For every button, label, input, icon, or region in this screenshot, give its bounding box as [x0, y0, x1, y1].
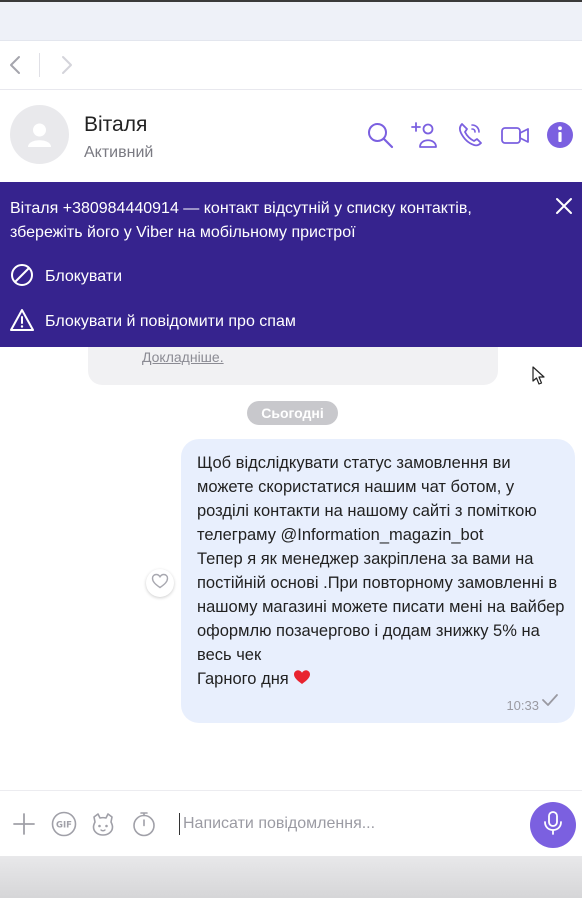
- window-bottom-strip: [0, 856, 582, 898]
- message-text: Щоб відслідкувати статус замовлення ви м…: [197, 454, 565, 688]
- block-and-report-spam-button[interactable]: Блокувати й повідомити про спам: [10, 308, 296, 337]
- mouse-cursor-icon: [532, 366, 546, 391]
- date-separator: Сьогодні: [247, 401, 338, 425]
- svg-text:GIF: GIF: [56, 821, 72, 831]
- timer-icon[interactable]: [131, 811, 157, 837]
- text-caret: [179, 813, 180, 835]
- contact-name[interactable]: Віталя: [84, 113, 147, 137]
- mic-icon: [542, 810, 564, 841]
- like-icon: [151, 572, 169, 595]
- block-spam-label: Блокувати й повідомити про спам: [45, 313, 296, 330]
- contact-status: Активний: [84, 144, 154, 161]
- message-composer: GIF: [0, 790, 582, 856]
- phone-icon[interactable]: [455, 120, 485, 150]
- block-label: Блокувати: [45, 268, 123, 285]
- info-icon[interactable]: [545, 120, 575, 150]
- nav-divider: [39, 53, 40, 77]
- search-icon[interactable]: [365, 120, 395, 150]
- check-icon: [541, 693, 559, 712]
- block-button[interactable]: Блокувати: [10, 263, 123, 292]
- message-time: 10:33: [506, 698, 539, 713]
- heart-emoji-icon: [293, 670, 311, 688]
- voice-message-button[interactable]: [530, 802, 576, 848]
- message-input[interactable]: [183, 811, 513, 837]
- message-bubble[interactable]: Щоб відслідкувати статус замовлення ви м…: [181, 439, 575, 723]
- close-icon[interactable]: [554, 196, 574, 221]
- user-silhouette-icon: [28, 123, 51, 147]
- navigation-bar: [0, 41, 582, 90]
- back-arrow-icon[interactable]: [4, 53, 28, 77]
- like-button[interactable]: [146, 569, 174, 597]
- avatar[interactable]: [10, 105, 69, 164]
- chat-header: Віталя Активний: [0, 90, 582, 182]
- warning-icon: [10, 308, 45, 337]
- unknown-contact-banner: Віталя +380984440914 — контакт відсутній…: [0, 182, 582, 347]
- forward-arrow-icon[interactable]: [54, 53, 78, 77]
- video-icon[interactable]: [500, 120, 530, 150]
- window-top-strip: [0, 0, 582, 41]
- banner-message: Віталя +380984440914 — контакт відсутній…: [10, 200, 472, 241]
- block-icon: [10, 263, 45, 292]
- plus-icon[interactable]: [11, 811, 37, 837]
- add-contact-icon[interactable]: [410, 120, 440, 150]
- more-info-link[interactable]: Докладніше.: [142, 349, 224, 365]
- gif-icon[interactable]: GIF: [51, 811, 77, 837]
- sticker-icon[interactable]: [90, 811, 116, 837]
- chat-area: Докладніше. Сьогодні Щоб відслідкувати с…: [0, 347, 582, 790]
- previous-message-bubble: Докладніше.: [88, 347, 498, 385]
